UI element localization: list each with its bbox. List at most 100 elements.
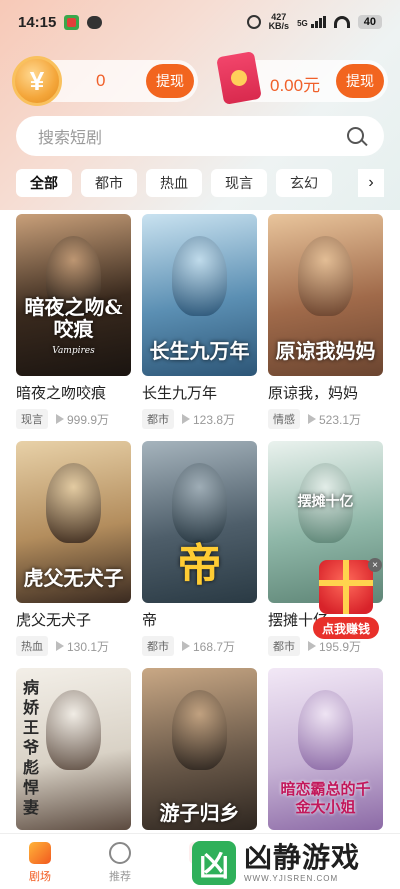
drama-card[interactable]: 长生九万年 长生九万年 都市 123.8万 xyxy=(142,214,257,441)
cash-wallet: 0.00元 提现 xyxy=(216,51,388,105)
coin-icon: ¥ xyxy=(12,56,62,106)
category-tab-all[interactable]: 全部 xyxy=(16,169,72,197)
red-packet-icon xyxy=(216,51,262,105)
poster-title: 病娇王爷彪悍妻 xyxy=(22,678,39,817)
poster-title: 帝 xyxy=(177,540,222,591)
drama-poster[interactable]: 长生九万年 xyxy=(142,214,257,376)
drama-title: 帝 xyxy=(142,612,158,629)
drama-poster[interactable]: 虎父无犬子 xyxy=(16,441,131,603)
watermark-url: WWW.YJISREN.COM xyxy=(244,874,339,883)
genre-tag: 热血 xyxy=(16,636,48,656)
category-tab-city[interactable]: 都市 xyxy=(81,169,137,197)
status-bar: 14:15 427 KB/s 5G 40 xyxy=(0,0,400,44)
view-count: 123.8万 xyxy=(182,411,235,428)
poster-figure xyxy=(172,236,227,316)
poster-title: 游子归乡 xyxy=(159,801,240,825)
battery-indicator: 40 xyxy=(357,15,382,29)
signal-icon: 5G xyxy=(297,16,326,28)
alarm-icon xyxy=(246,15,261,29)
poster-title: 原谅我妈妈 xyxy=(275,339,376,363)
chat-notification-icon xyxy=(87,15,103,29)
chevron-right-icon[interactable]: › xyxy=(358,169,384,197)
drama-poster[interactable]: 暗夜之吻&咬痕 Vampires xyxy=(16,214,131,376)
search-placeholder: 搜索短剧 xyxy=(38,130,103,147)
drama-meta: 情感 523.1万 xyxy=(268,409,383,429)
drama-title: 暗夜之吻咬痕 xyxy=(16,385,107,402)
poster-title: 长生九万年 xyxy=(149,339,250,363)
drama-poster[interactable]: 原谅我妈妈 xyxy=(268,214,383,376)
play-icon xyxy=(308,414,316,424)
poster-title: 暗恋霸总的千金大小姐 xyxy=(280,780,371,816)
drama-title: 长生九万年 xyxy=(142,385,218,402)
category-tab-romance[interactable]: 现言 xyxy=(211,169,267,197)
category-tab-fantasy[interactable]: 玄幻 xyxy=(276,169,332,197)
category-tab-hotblood[interactable]: 热血 xyxy=(146,169,202,197)
nav-recommend[interactable]: 推荐 xyxy=(95,842,145,884)
view-count: 130.1万 xyxy=(56,638,109,655)
watermark-logo: 凶 xyxy=(192,840,236,885)
category-tabs: 全部 都市 热血 现言 玄幻 › xyxy=(16,169,384,199)
close-icon[interactable]: × xyxy=(368,558,382,572)
poster-title: 摆摊十亿 xyxy=(297,494,354,510)
drama-meta: 都市 168.7万 xyxy=(142,636,257,656)
planet-icon xyxy=(109,842,131,864)
view-count: 999.9万 xyxy=(56,411,109,428)
poster-figure xyxy=(172,690,227,770)
drama-meta: 都市 123.8万 xyxy=(142,409,257,429)
drama-title: 虎父无犬子 xyxy=(16,612,92,629)
poster-figure xyxy=(298,690,353,770)
cash-withdraw-button[interactable]: 提现 xyxy=(336,64,384,98)
wallet-row: ¥ 0 提现 0.00元 提现 xyxy=(12,51,388,106)
drama-card[interactable]: 暗夜之吻&咬痕 Vampires 暗夜之吻咬痕 现言 999.9万 xyxy=(16,214,131,441)
poster-figure xyxy=(46,463,101,543)
drama-card[interactable]: 虎父无犬子 虎父无犬子 热血 130.1万 xyxy=(16,441,131,668)
gift-icon[interactable] xyxy=(319,560,373,614)
status-time: 14:15 xyxy=(18,13,57,31)
drama-poster[interactable]: 游子归乡 xyxy=(142,668,257,830)
view-count: 168.7万 xyxy=(182,638,235,655)
poster-figure xyxy=(46,690,101,770)
play-icon xyxy=(182,414,190,424)
wifi-icon xyxy=(333,16,350,28)
poster-figure xyxy=(172,463,227,543)
poster-title: 暗夜之吻&咬痕 Vampires xyxy=(24,295,123,356)
cash-value: 0.00元 xyxy=(270,76,321,95)
play-icon xyxy=(182,641,190,651)
coins-wallet: ¥ 0 提现 xyxy=(12,56,198,106)
drama-card[interactable]: 原谅我妈妈 原谅我，妈妈 情感 523.1万 xyxy=(268,214,383,441)
drama-title: 原谅我，妈妈 xyxy=(268,385,359,402)
nav-theater-label: 剧场 xyxy=(29,871,51,883)
floating-reward[interactable]: 点我赚钱 xyxy=(313,560,379,640)
play-icon xyxy=(56,641,64,651)
genre-tag: 都市 xyxy=(142,636,174,656)
coins-withdraw-button[interactable]: 提现 xyxy=(146,64,194,98)
genre-tag: 现言 xyxy=(16,409,48,429)
reward-label[interactable]: 点我赚钱 xyxy=(313,617,379,639)
genre-tag: 都市 xyxy=(268,636,300,656)
signal-label: 5G xyxy=(297,19,308,28)
play-icon xyxy=(56,414,64,424)
watermark-title: 凶静游戏 xyxy=(244,842,361,873)
view-count: 523.1万 xyxy=(308,411,361,428)
poster-figure xyxy=(298,236,353,316)
view-count: 195.9万 xyxy=(308,638,361,655)
search-icon[interactable] xyxy=(347,127,364,144)
search-input[interactable]: 搜索短剧 xyxy=(16,116,384,156)
nav-theater[interactable]: 剧场 xyxy=(15,842,65,884)
genre-tag: 情感 xyxy=(268,409,300,429)
drama-grid: 暗夜之吻&咬痕 Vampires 暗夜之吻咬痕 现言 999.9万 长生九万年 长… xyxy=(16,214,384,889)
drama-poster[interactable]: 帝 xyxy=(142,441,257,603)
coins-value: 0 xyxy=(96,71,106,90)
play-icon xyxy=(308,641,316,651)
watermark: 凶 凶静游戏 WWW.YJISREN.COM xyxy=(186,836,400,889)
nav-recommend-label: 推荐 xyxy=(109,871,131,883)
drama-card[interactable]: 帝 帝 都市 168.7万 xyxy=(142,441,257,668)
drama-poster[interactable]: 暗恋霸总的千金大小姐 xyxy=(268,668,383,830)
app-notification-icon xyxy=(64,14,80,30)
drama-meta: 热血 130.1万 xyxy=(16,636,131,656)
genre-tag: 都市 xyxy=(142,409,174,429)
tv-icon xyxy=(29,842,51,864)
network-speed-unit: KB/s xyxy=(268,21,290,31)
drama-poster[interactable]: 病娇王爷彪悍妻 xyxy=(16,668,131,830)
drama-meta: 现言 999.9万 xyxy=(16,409,131,429)
